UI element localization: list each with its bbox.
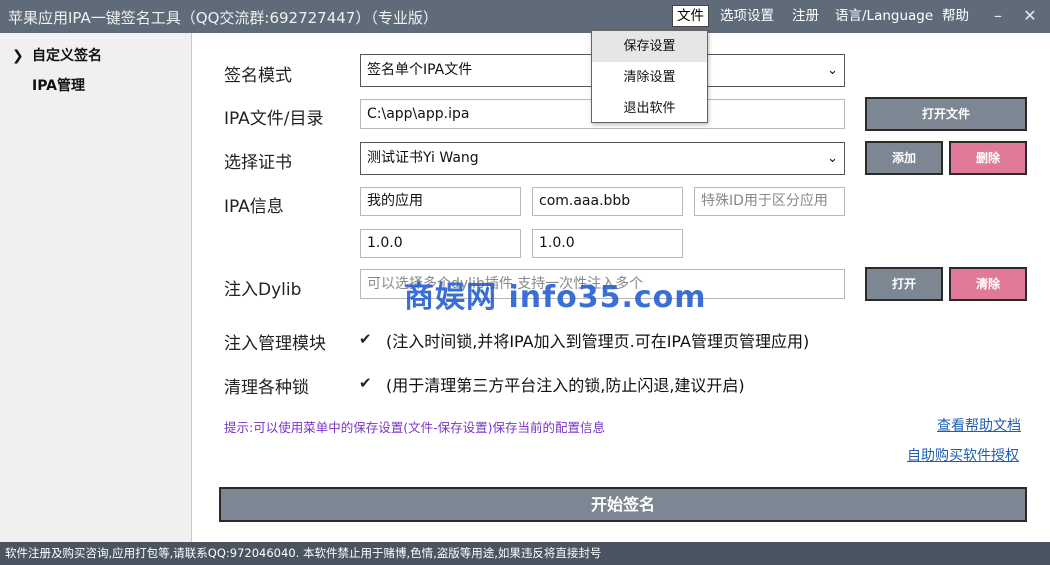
sign-mode-value: 签名单个IPA文件 [367,62,473,78]
menu-help[interactable]: 帮助 [938,5,973,27]
ipa-info-label: IPA信息 [224,197,284,217]
minimize-button[interactable]: – [988,6,1008,26]
menu-item-exit[interactable]: 退出软件 [592,93,707,124]
chevron-down-icon: ⌄ [827,151,838,166]
open-dylib-button[interactable]: 打开 [865,267,943,301]
app-window: 苹果应用IPA一键签名工具（QQ交流群:692727447）（专业版） 文件 选… [0,0,1050,565]
sidebar: ❯ 自定义签名 IPA管理 [0,33,192,542]
close-button[interactable]: ✕ [1020,6,1040,26]
status-bar: 软件注册及购买咨询,应用打包等,请联系QQ:972046040. 本软件禁止用于… [0,542,1050,565]
clean-locks-description: (用于清理第三方平台注入的锁,防止闪退,建议开启) [386,376,745,395]
certificate-label: 选择证书 [224,153,292,173]
buy-license-link[interactable]: 自助购买软件授权 [907,445,1019,465]
hint-text: 提示:可以使用菜单中的保存设置(文件-保存设置)保存当前的配置信息 [224,420,605,435]
minimize-icon: – [994,6,1002,25]
chevron-down-icon: ⌄ [827,63,838,78]
menu-register[interactable]: 注册 [788,5,823,27]
sidebar-item-custom-sign[interactable]: ❯ 自定义签名 [12,45,102,65]
menu-file[interactable]: 文件 [672,5,709,27]
checkmark-icon: ✔ [359,374,372,392]
clean-locks-checkbox[interactable]: ✔ [359,375,375,391]
build-input[interactable]: 1.0.0 [532,229,683,258]
title-bar: 苹果应用IPA一键签名工具（QQ交流群:692727447）（专业版） 文件 选… [0,0,1050,33]
checkmark-icon: ✔ [359,330,372,348]
clear-dylib-button[interactable]: 清除 [949,267,1027,301]
certificate-select[interactable]: 测试证书Yi Wang ⌄ [360,142,845,175]
menu-item-clear-settings[interactable]: 清除设置 [592,62,707,93]
version-input[interactable]: 1.0.0 [360,229,521,258]
watermark-text: 商娱网 info35.com [404,280,707,315]
bundle-id-input[interactable]: com.aaa.bbb [532,187,683,216]
file-menu-dropdown: 保存设置 清除设置 退出软件 [591,30,708,123]
sidebar-item-label: IPA管理 [32,78,86,94]
app-name-input[interactable]: 我的应用 [360,187,521,216]
certificate-value: 测试证书Yi Wang [367,150,479,166]
menu-item-save-settings[interactable]: 保存设置 [592,31,707,62]
chevron-right-icon: ❯ [12,48,24,64]
inject-manager-checkbox[interactable]: ✔ [359,331,375,347]
open-file-button[interactable]: 打开文件 [865,97,1027,131]
inject-manager-label: 注入管理模块 [224,334,326,354]
menu-options[interactable]: 选项设置 [716,5,778,27]
inject-manager-description: (注入时间锁,并将IPA加入到管理页.可在IPA管理页管理应用) [386,332,810,351]
special-id-input[interactable]: 特殊ID用于区分应用 [694,187,845,216]
sidebar-item-ipa-manage[interactable]: IPA管理 [12,75,85,95]
sidebar-item-label: 自定义签名 [32,48,102,64]
window-title: 苹果应用IPA一键签名工具（QQ交流群:692727447）（专业版） [8,9,438,27]
help-doc-link[interactable]: 查看帮助文档 [937,415,1021,435]
ipa-path-label: IPA文件/目录 [224,109,324,129]
add-certificate-button[interactable]: 添加 [865,141,943,175]
menu-language[interactable]: 语言/Language [831,5,937,27]
sign-mode-label: 签名模式 [224,66,292,86]
close-icon: ✕ [1023,6,1037,25]
start-sign-button[interactable]: 开始签名 [219,487,1027,522]
clean-locks-label: 清理各种锁 [224,378,309,398]
delete-certificate-button[interactable]: 删除 [949,141,1027,175]
dylib-label: 注入Dylib [224,280,302,300]
